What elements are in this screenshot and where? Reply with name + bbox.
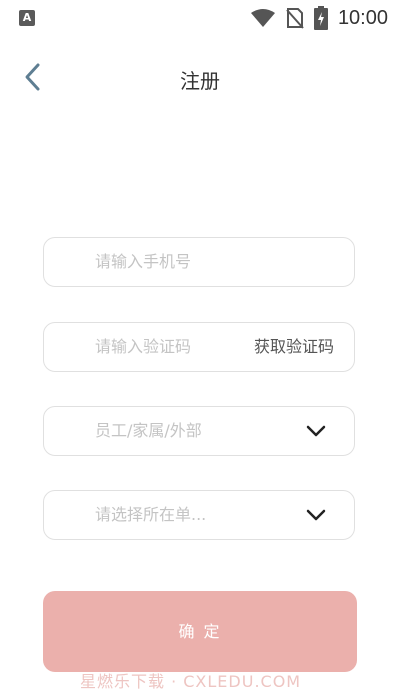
role-select[interactable]: 员工/家属/外部	[43, 406, 355, 456]
unit-select-value: 请选择所在单...	[95, 505, 207, 524]
wifi-icon	[250, 9, 275, 27]
chevron-down-icon	[306, 425, 326, 437]
no-sim-icon	[286, 8, 304, 29]
role-select-value: 员工/家属/外部	[95, 421, 202, 440]
get-code-button[interactable]: 获取验证码	[254, 323, 334, 371]
status-bar: A 10:00	[0, 0, 400, 36]
page-title: 注册	[180, 69, 220, 93]
verification-code-input[interactable]: 请输入验证码 获取验证码	[43, 322, 355, 372]
battery-charging-icon	[313, 6, 328, 30]
header: 注册	[0, 52, 400, 104]
status-time: 10:00	[337, 6, 388, 29]
watermark: 星燃乐下载 · CXLEDU.COM	[80, 672, 302, 691]
unit-select[interactable]: 请选择所在单...	[43, 490, 355, 540]
code-placeholder: 请输入验证码	[95, 337, 192, 356]
app-notification-icon: A	[19, 10, 35, 26]
phone-placeholder: 请输入手机号	[95, 252, 192, 271]
confirm-button[interactable]: 确 定	[43, 591, 357, 672]
phone-input[interactable]: 请输入手机号	[43, 237, 355, 287]
status-icons: 10:00	[250, 6, 388, 30]
chevron-down-icon	[306, 509, 326, 521]
